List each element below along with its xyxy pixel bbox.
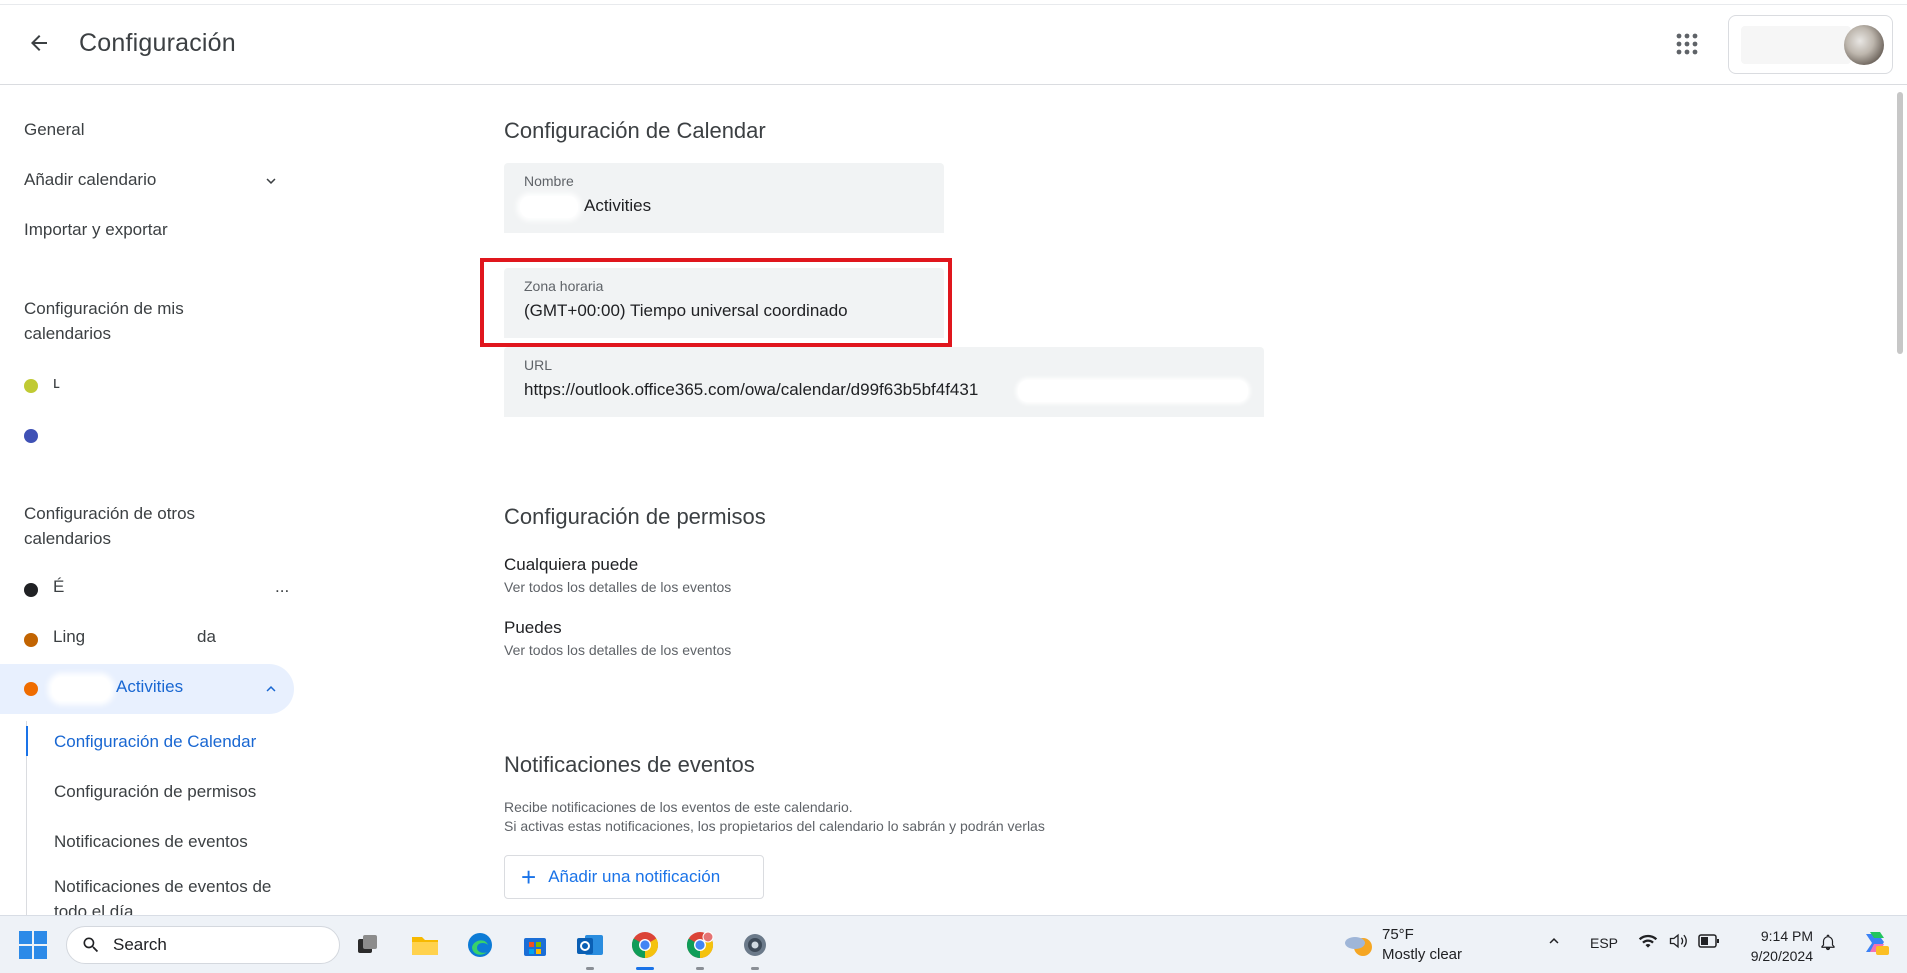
permission-desc: Ver todos los detalles de los eventos bbox=[504, 579, 732, 595]
show-hidden-icons-button[interactable] bbox=[1545, 932, 1563, 954]
chrome-icon[interactable] bbox=[628, 928, 662, 962]
redacted-text bbox=[520, 196, 578, 218]
language-indicator[interactable]: ESP bbox=[1590, 935, 1618, 951]
app-header: Configuración bbox=[0, 0, 1907, 85]
calendar-color-dot bbox=[24, 682, 38, 696]
sidebar-item-suffix: ... bbox=[275, 577, 290, 596]
copilot-icon[interactable] bbox=[1860, 928, 1890, 962]
sidebar-item-label: Ling bbox=[53, 627, 86, 646]
notifications-description: Recibe notificaciones de los eventos de … bbox=[504, 798, 1045, 836]
chevron-down-icon bbox=[266, 178, 276, 184]
arrow-back-icon bbox=[31, 35, 47, 51]
notifications-bell-icon[interactable] bbox=[1819, 932, 1837, 956]
taskbar-search[interactable]: Search bbox=[66, 926, 340, 964]
chevron-up-icon bbox=[1549, 938, 1559, 944]
file-explorer-icon[interactable] bbox=[408, 928, 442, 962]
sidebar-item-label: Activities bbox=[116, 677, 184, 696]
url-field[interactable]: URL https://outlook.office365.com/owa/ca… bbox=[504, 347, 1264, 417]
settings-main: Configuración de Calendar Nombre Activit… bbox=[300, 86, 1890, 915]
volume-icon[interactable] bbox=[1668, 932, 1688, 954]
start-button[interactable] bbox=[18, 930, 48, 960]
chrome-profile-icon[interactable] bbox=[683, 928, 717, 962]
calendar-color-dot bbox=[24, 379, 38, 393]
sidebar-other-calendar-1[interactable]: É ... bbox=[53, 577, 293, 597]
taskbar-indicator bbox=[751, 967, 759, 970]
account-switcher[interactable] bbox=[1728, 15, 1893, 74]
edge-icon[interactable] bbox=[463, 928, 497, 962]
taskbar-clock[interactable]: 9:14 PM 9/20/2024 bbox=[1725, 926, 1813, 966]
weather-partly-cloudy-icon bbox=[1345, 937, 1372, 956]
search-label: Search bbox=[113, 935, 167, 954]
weather-widget[interactable]: 75°F Mostly clear bbox=[1344, 926, 1474, 966]
weather-condition: Mostly clear bbox=[1382, 946, 1463, 963]
permissions-title: Configuración de permisos bbox=[504, 504, 766, 529]
calendar-color-dot bbox=[24, 633, 38, 647]
sidebar-item-label: Añadir calendario bbox=[24, 170, 157, 189]
sub-item-allday-notifications[interactable]: Notificaciones de eventos de todo el día bbox=[54, 874, 284, 915]
page-title: Configuración bbox=[79, 29, 236, 57]
annotation-highlight-box bbox=[480, 258, 952, 347]
windows-logo-icon bbox=[19, 931, 47, 959]
apps-grid-icon bbox=[1676, 33, 1698, 55]
permission-title: Puedes bbox=[504, 618, 562, 637]
sidebar-item-import-export[interactable]: Importar y exportar bbox=[24, 220, 168, 240]
sidebar-item-general[interactable]: General bbox=[24, 120, 84, 140]
sidebar-item-add-calendar[interactable]: Añadir calendario bbox=[24, 170, 286, 190]
search-icon bbox=[83, 937, 99, 953]
calendar-color-dot bbox=[24, 583, 38, 597]
permission-desc: Ver todos los detalles de los eventos bbox=[504, 642, 732, 658]
name-field-value: Activities bbox=[584, 196, 652, 215]
task-view-icon[interactable] bbox=[350, 928, 384, 962]
sidebar-my-calendar-1[interactable]: ʟ bbox=[53, 373, 60, 393]
scrollbar-thumb[interactable] bbox=[1897, 92, 1903, 354]
name-field-label: Nombre bbox=[524, 173, 574, 189]
sidebar-item-label: É bbox=[53, 577, 65, 596]
clock-time: 9:14 PM bbox=[1760, 928, 1813, 944]
sidebar-other-calendar-3[interactable]: Activities bbox=[0, 664, 294, 714]
weather-temperature: 75°F bbox=[1382, 926, 1414, 943]
notifications-desc-line: Recibe notificaciones de los eventos de … bbox=[504, 799, 853, 815]
scrollbar[interactable] bbox=[1895, 86, 1907, 915]
clock-date: 9/20/2024 bbox=[1750, 948, 1813, 964]
add-notification-label: Añadir una notificación bbox=[548, 867, 721, 886]
redacted-account-name bbox=[1741, 26, 1851, 64]
taskbar-indicator bbox=[586, 967, 594, 970]
divider bbox=[0, 4, 1907, 5]
outlook-icon[interactable] bbox=[573, 928, 607, 962]
settings-icon[interactable] bbox=[738, 928, 772, 962]
name-field[interactable]: Nombre Activities bbox=[504, 163, 944, 233]
add-notification-button[interactable]: + Añadir una notificación bbox=[504, 855, 764, 899]
permission-title: Cualquiera puede bbox=[504, 555, 639, 574]
avatar[interactable] bbox=[1844, 25, 1884, 65]
sub-item-calendar-settings[interactable]: Configuración de Calendar bbox=[54, 729, 284, 754]
calendar-color-dot bbox=[24, 429, 38, 443]
sub-item-permissions[interactable]: Configuración de permisos bbox=[54, 779, 284, 804]
notifications-desc-line: Si activas estas notificaciones, los pro… bbox=[504, 818, 1045, 834]
google-apps-button[interactable] bbox=[1671, 28, 1703, 60]
url-field-value: https://outlook.office365.com/owa/calend… bbox=[524, 380, 979, 399]
sub-item-event-notifications[interactable]: Notificaciones de eventos bbox=[54, 829, 284, 854]
calendar-settings-title: Configuración de Calendar bbox=[504, 118, 766, 143]
sub-nav-active-indicator bbox=[26, 726, 28, 756]
battery-icon[interactable] bbox=[1698, 934, 1720, 952]
taskbar-indicator-active bbox=[636, 967, 654, 970]
settings-sidebar: General Añadir calendario Importar y exp… bbox=[0, 86, 300, 915]
redacted-text bbox=[1018, 380, 1248, 402]
url-field-label: URL bbox=[524, 357, 553, 373]
notifications-title: Notificaciones de eventos bbox=[504, 752, 755, 777]
other-calendars-heading: Configuración de otros calendarios bbox=[24, 504, 196, 548]
wifi-icon[interactable] bbox=[1638, 932, 1658, 954]
my-calendars-heading: Configuración de mis calendarios bbox=[24, 299, 184, 343]
store-icon[interactable] bbox=[518, 928, 552, 962]
sidebar-other-calendar-2[interactable]: Ling da bbox=[53, 627, 253, 647]
redacted-text bbox=[52, 677, 110, 701]
sidebar-my-calendar-2[interactable] bbox=[53, 423, 253, 443]
taskbar-indicator bbox=[696, 967, 704, 970]
sidebar-item-suffix: da bbox=[197, 627, 216, 646]
chevron-up-icon bbox=[266, 686, 276, 692]
back-button[interactable] bbox=[20, 24, 58, 62]
windows-taskbar: Search 75°F Mostly clear ESP 9:14 PM 9/2… bbox=[0, 915, 1907, 973]
plus-icon: + bbox=[521, 862, 537, 892]
